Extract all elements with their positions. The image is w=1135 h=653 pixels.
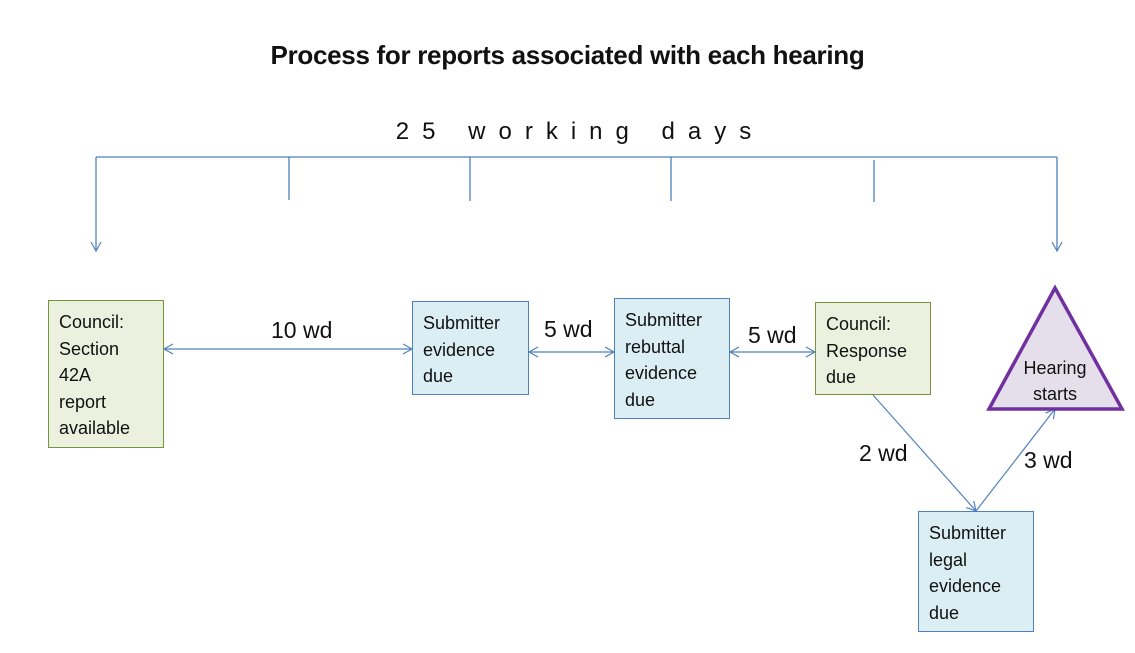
- step-line: available: [59, 418, 131, 438]
- step-line: Submitter: [625, 310, 703, 330]
- step-line: report: [59, 391, 107, 412]
- step-line: due: [826, 367, 857, 387]
- step-line: Hearing: [1023, 358, 1087, 378]
- step-line: due: [625, 389, 656, 410]
- step-line: Council:: [826, 314, 892, 334]
- duration-label: 2 wd: [859, 440, 908, 466]
- duration-label: 10 wd: [271, 317, 333, 343]
- step-line: starts: [1032, 384, 1077, 404]
- step-hearing-starts: Hearing starts: [1005, 355, 1105, 407]
- step-line: 42A: [59, 365, 92, 385]
- step-line: Submitter: [929, 523, 1007, 543]
- step-line: Submitter: [423, 313, 501, 333]
- step-line: evidence: [625, 363, 698, 383]
- step-line: due: [423, 366, 454, 386]
- duration-label: 5 wd: [748, 322, 797, 348]
- duration-label: 5 wd: [544, 316, 593, 342]
- step-line: evidence: [929, 576, 1002, 596]
- step-council-response: Council: Response due: [815, 302, 931, 395]
- step-line: Response: [826, 340, 908, 361]
- step-line: Section: [59, 338, 120, 359]
- step-council-s42a: Council: Section 42A report available: [48, 300, 164, 448]
- step-submitter-evidence: Submitter evidence due: [412, 301, 529, 395]
- step-line: due: [929, 602, 960, 623]
- step-line: evidence: [423, 339, 496, 360]
- step-line: rebuttal: [625, 336, 686, 357]
- step-line: Council:: [59, 312, 125, 332]
- duration-label: 3 wd: [1024, 447, 1073, 473]
- step-submitter-legal: Submitter legal evidence due: [918, 511, 1034, 632]
- timeline-bracket: [90, 156, 1063, 253]
- step-line: legal: [929, 549, 968, 570]
- step-submitter-rebuttal: Submitter rebuttal evidence due: [614, 298, 730, 419]
